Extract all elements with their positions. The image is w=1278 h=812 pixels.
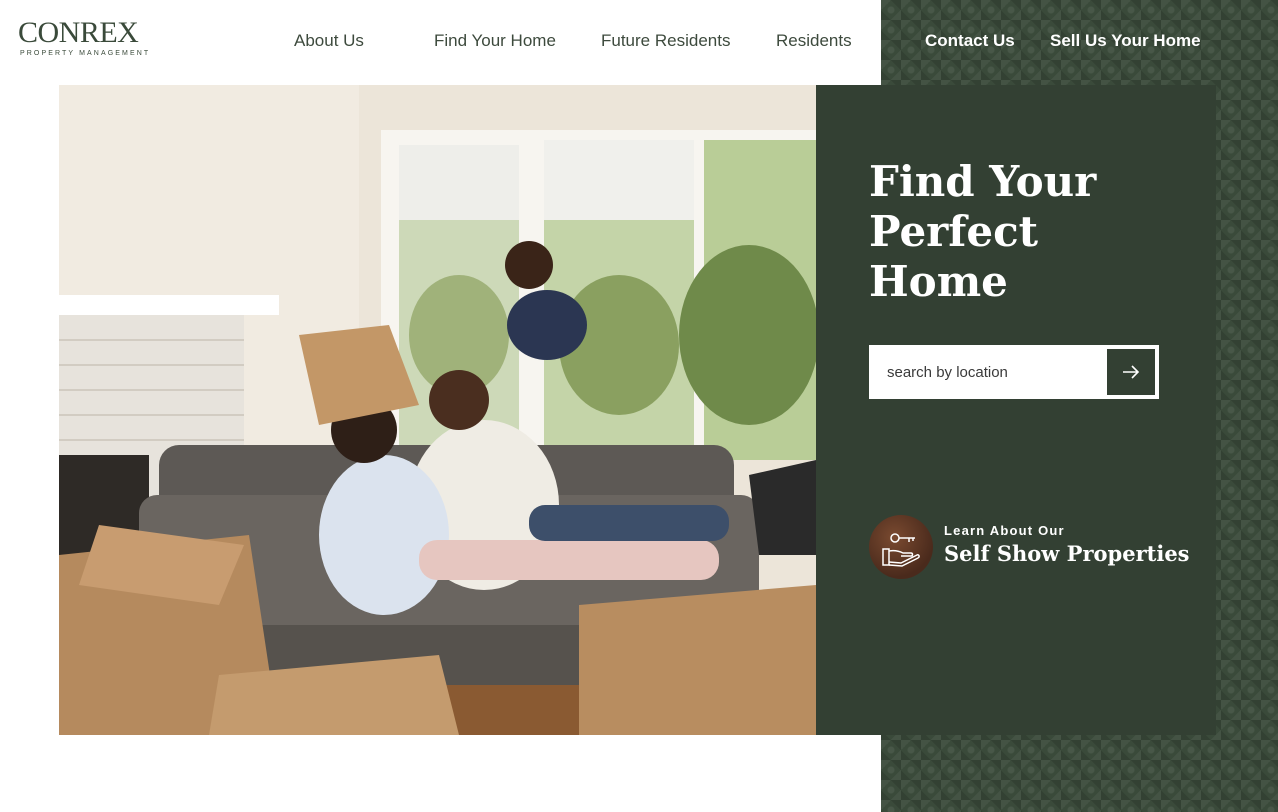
- self-show-properties-link[interactable]: Learn About Our Self Show Properties: [869, 515, 1190, 579]
- logo-tagline: PROPERTY MANAGEMENT: [20, 50, 151, 57]
- hero-title-line-2: Perfect Home: [869, 207, 1039, 306]
- nav-find-your-home[interactable]: Find Your Home: [434, 31, 556, 51]
- arrow-right-icon: [1123, 365, 1140, 379]
- family-moving-in-photo: [59, 85, 816, 735]
- nav-future-residents[interactable]: Future Residents: [601, 31, 730, 51]
- logo-wordmark: CONREX: [18, 16, 139, 49]
- conrex-logo[interactable]: CONREX PROPERTY MANAGEMENT: [18, 16, 151, 58]
- hero-title-line-1: Find Your: [869, 157, 1097, 206]
- location-search: [869, 345, 1159, 399]
- hand-key-icon: [869, 515, 933, 579]
- self-show-kicker: Learn About Our: [944, 523, 1065, 538]
- nav-contact-us[interactable]: Contact Us: [925, 31, 1015, 51]
- nav-about-us[interactable]: About Us: [294, 31, 364, 51]
- hero-title: Find Your Perfect Home: [869, 157, 1189, 307]
- search-submit-button[interactable]: [1107, 349, 1155, 395]
- location-search-input[interactable]: [869, 345, 1099, 399]
- nav-sell-us-your-home[interactable]: Sell Us Your Home: [1050, 31, 1201, 51]
- nav-residents[interactable]: Residents: [776, 31, 852, 51]
- self-show-title: Self Show Properties: [944, 541, 1190, 566]
- hero-card: Find Your Perfect Home Learn About Our S…: [816, 85, 1216, 735]
- site-header: CONREX PROPERTY MANAGEMENT About Us Find…: [0, 0, 1278, 85]
